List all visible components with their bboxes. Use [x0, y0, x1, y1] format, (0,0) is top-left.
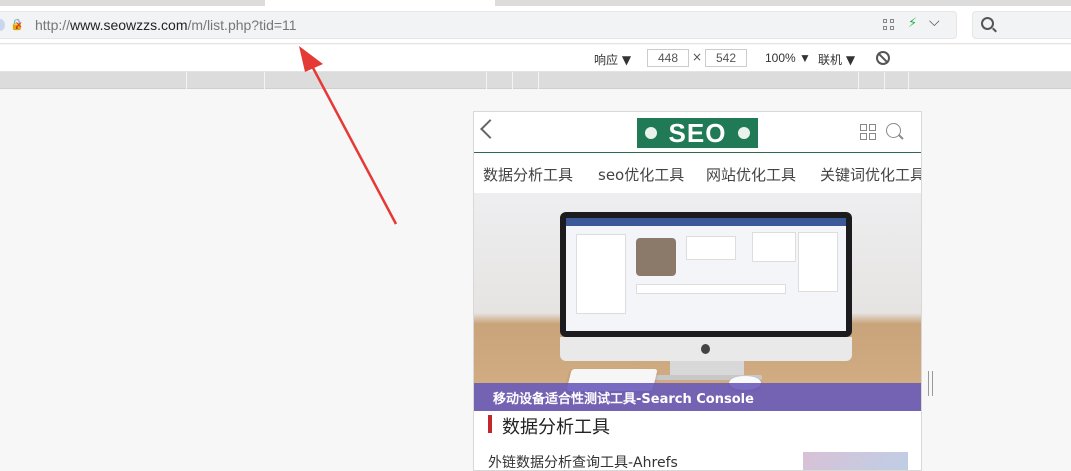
globe-icon: [0, 19, 5, 31]
banner-caption[interactable]: 移动设备适合性测试工具-Search Console: [493, 388, 754, 407]
nav-item-site-optimization[interactable]: 网站优化工具: [706, 164, 796, 185]
address-bar-row: 🔒 ✕ http://www.seowzzs.com/m/list.php?tid…: [0, 6, 1071, 44]
responsive-mode-select[interactable]: 响应 ▼: [594, 51, 631, 68]
viewport-width-input[interactable]: 448: [647, 49, 689, 67]
monitor-chin: [560, 337, 852, 361]
chevron-down-icon[interactable]: ⌵: [929, 14, 940, 30]
banner-slide[interactable]: 移动设备适合性测试工具-Search Console: [474, 193, 921, 411]
section-accent-bar: [488, 415, 492, 433]
nav-item-keyword-optimization[interactable]: 关键词优化工具: [820, 164, 921, 185]
url-host: www.seowzzs.com: [70, 17, 188, 33]
grid-icon[interactable]: [860, 124, 876, 140]
url-bar[interactable]: 🔒 ✕ http://www.seowzzs.com/m/list.php?tid…: [0, 11, 957, 39]
lightning-icon[interactable]: ⚡: [908, 16, 917, 31]
dimension-separator: ×: [692, 50, 703, 64]
insecure-icon[interactable]: 🔒 ✕: [10, 18, 24, 31]
zoom-select[interactable]: 100% ▼: [765, 51, 811, 65]
qr-code-icon[interactable]: [883, 19, 895, 31]
search-box[interactable]: [972, 11, 1071, 39]
url-scheme: http://: [35, 17, 71, 33]
nav-item-data-analysis[interactable]: 数据分析工具: [483, 164, 573, 185]
url-text[interactable]: http://www.seowzzs.com/m/list.php?tid=11: [35, 17, 297, 33]
site-logo[interactable]: SEO: [637, 118, 758, 148]
category-nav: 数据分析工具 seo优化工具 网站优化工具 关键词优化工具: [474, 153, 921, 193]
nav-item-seo-tools[interactable]: seo优化工具: [598, 164, 684, 185]
network-select[interactable]: 联机 ▼: [818, 51, 855, 68]
viewport-height-input[interactable]: 542: [705, 49, 747, 67]
responsive-toolbar: 响应 ▼ 448 × 542 100% ▼ 联机 ▼: [0, 45, 1071, 72]
list-item-title[interactable]: 外链数据分析查询工具-Ahrefs: [488, 452, 678, 470]
list-item-thumbnail[interactable]: [803, 452, 908, 470]
mobile-header: SEO: [474, 112, 921, 153]
mobile-viewport: SEO 数据分析工具 seo优化工具 网站优化工具 关键词优化工具 移动设备适合…: [473, 111, 922, 471]
section-header: 数据分析工具: [474, 411, 921, 441]
monitor-image: [560, 212, 852, 337]
rotate-icon[interactable]: [876, 51, 890, 65]
search-icon[interactable]: [886, 123, 901, 138]
section-title: 数据分析工具: [502, 417, 610, 438]
chevron-left-icon[interactable]: [480, 119, 500, 139]
search-icon: [981, 17, 994, 30]
viewport-resize-handle[interactable]: [928, 371, 933, 396]
media-query-ruler[interactable]: [0, 72, 1071, 89]
banner-caption-bar: 移动设备适合性测试工具-Search Console: [474, 383, 921, 411]
url-path: /m/list.php?tid=11: [187, 17, 297, 33]
